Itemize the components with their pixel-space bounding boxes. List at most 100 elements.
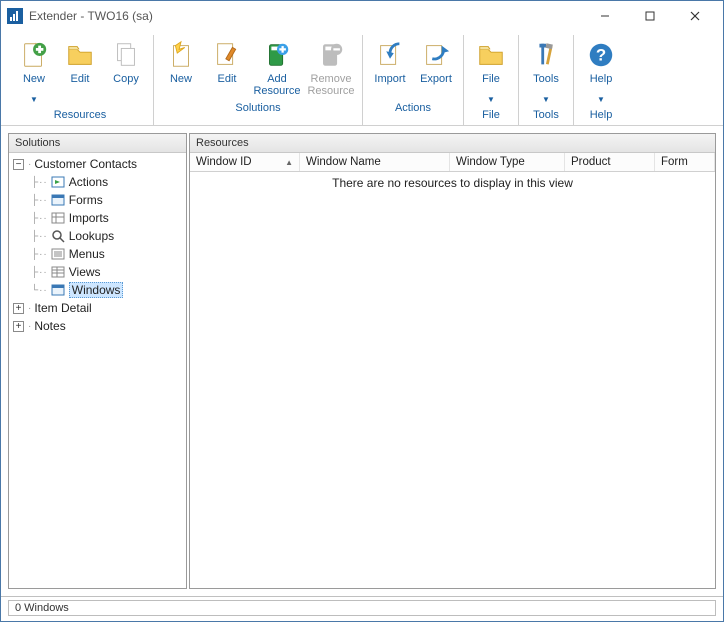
ribbon-button-label: Copy	[113, 73, 139, 97]
work-area: Solutions −·Customer Contacts├··Actions├…	[1, 126, 723, 596]
column-label: Window Name	[306, 156, 381, 168]
column-header-window-name[interactable]: Window Name	[300, 153, 450, 171]
edit-resource-button[interactable]: Edit	[57, 35, 103, 106]
ribbon-group-label: Help	[578, 106, 624, 125]
solutions-panel: Solutions −·Customer Contacts├··Actions├…	[8, 133, 187, 589]
tree-node-windows[interactable]: └··Windows	[9, 281, 186, 299]
tree-node-forms[interactable]: ├··Forms	[9, 191, 186, 209]
ribbon-button-label: Help	[590, 73, 613, 97]
expand-icon[interactable]: +	[13, 303, 24, 314]
remove-resource-button: RemoveResource	[304, 35, 358, 99]
ribbon-group-resources: New ▼ Edit Copy Resources	[7, 35, 154, 125]
column-header-window-type[interactable]: Window Type	[450, 153, 565, 171]
titlebar: Extender - TWO16 (sa)	[1, 1, 723, 31]
grid-body: There are no resources to display in thi…	[190, 172, 715, 588]
tree-node-lookups[interactable]: ├··Lookups	[9, 227, 186, 245]
export-button[interactable]: Export	[413, 35, 459, 99]
tree-node-menus[interactable]: ├··Menus	[9, 245, 186, 263]
ribbon-group-label: File	[468, 106, 514, 125]
tree-node-label: Customer Contacts	[34, 157, 137, 171]
tree-node-label: Imports	[69, 211, 109, 225]
file-button[interactable]: File ▼	[468, 35, 514, 106]
column-label: Product	[571, 156, 611, 168]
help-icon: ?	[585, 39, 617, 71]
minimize-button[interactable]	[582, 2, 627, 30]
tree-node-label: Notes	[34, 319, 65, 333]
maximize-button[interactable]	[627, 2, 672, 30]
close-button[interactable]	[672, 2, 717, 30]
sort-asc-icon: ▲	[285, 158, 293, 167]
tools-icon	[530, 39, 562, 71]
ribbon-group-label: Tools	[523, 106, 569, 125]
edit-solution-button[interactable]: Edit	[204, 35, 250, 99]
ribbon-button-label: New	[170, 73, 192, 97]
book-plus-icon	[261, 39, 293, 71]
add-resource-button[interactable]: AddResource	[250, 35, 304, 99]
tree-node-label: Windows	[69, 282, 124, 298]
dropdown-caret-icon: ▼	[30, 95, 38, 104]
new-solution-button[interactable]: New	[158, 35, 204, 99]
tree-node-label: Actions	[69, 175, 108, 189]
import-arrow-icon	[374, 39, 406, 71]
new-page-plus-icon	[18, 39, 50, 71]
ribbon-button-label: File	[482, 73, 500, 97]
ribbon-button-label: Export	[420, 73, 452, 97]
tree-node-label: Lookups	[69, 229, 114, 243]
tree-node-item-detail[interactable]: +·Item Detail	[9, 299, 186, 317]
grid-empty-message: There are no resources to display in thi…	[332, 176, 573, 588]
ribbon-group-solutions: New Edit AddResource RemoveResource Solu…	[154, 35, 363, 125]
ribbon-group-tools: Tools ▼Tools	[519, 35, 574, 125]
tree-node-imports[interactable]: ├··Imports	[9, 209, 186, 227]
column-label: Form	[661, 156, 688, 168]
new-resource-button[interactable]: New ▼	[11, 35, 57, 106]
tools-button[interactable]: Tools ▼	[523, 35, 569, 106]
help-button[interactable]: ? Help ▼	[578, 35, 624, 106]
forms-icon	[50, 192, 66, 208]
menus-icon	[50, 246, 66, 262]
column-header-form[interactable]: Form	[655, 153, 715, 171]
book-minus-icon	[315, 39, 347, 71]
actions-icon	[50, 174, 66, 190]
collapse-icon[interactable]: −	[13, 159, 24, 170]
tree-node-customer-contacts[interactable]: −·Customer Contacts	[9, 155, 186, 173]
pages-copy-icon	[110, 39, 142, 71]
folder-icon	[475, 39, 507, 71]
solutions-tree[interactable]: −·Customer Contacts├··Actions├··Forms├··…	[9, 153, 186, 588]
windows-icon	[50, 282, 66, 298]
grid-header: Window ID ▲ Window Name Window Type Product F…	[190, 153, 715, 172]
resources-header: Resources	[190, 134, 715, 153]
page-pencil-icon	[211, 39, 243, 71]
dropdown-caret-icon: ▼	[542, 95, 550, 104]
tree-node-views[interactable]: ├··Views	[9, 263, 186, 281]
ribbon-button-label: Import	[374, 73, 405, 97]
tree-node-label: Views	[69, 265, 101, 279]
ribbon-button-label: Edit	[71, 73, 90, 97]
app-icon	[7, 8, 23, 24]
svg-text:?: ?	[596, 46, 606, 65]
ribbon-group-actions: Import Export Actions	[363, 35, 464, 125]
ribbon-group-label: Actions	[367, 99, 459, 118]
window-title: Extender - TWO16 (sa)	[29, 9, 582, 23]
status-bar: 0 Windows	[1, 596, 723, 621]
tree-node-notes[interactable]: +·Notes	[9, 317, 186, 335]
ribbon-button-label: RemoveResource	[307, 73, 354, 97]
views-icon	[50, 264, 66, 280]
ribbon-button-label: AddResource	[253, 73, 300, 97]
column-label: Window ID	[196, 156, 252, 168]
column-header-product[interactable]: Product	[565, 153, 655, 171]
tree-node-label: Forms	[69, 193, 103, 207]
tree-node-actions[interactable]: ├··Actions	[9, 173, 186, 191]
dropdown-caret-icon: ▼	[487, 95, 495, 104]
import-button[interactable]: Import	[367, 35, 413, 99]
ribbon-group-label: Resources	[11, 106, 149, 125]
expand-icon[interactable]: +	[13, 321, 24, 332]
status-text: 0 Windows	[8, 600, 716, 616]
ribbon-toolbar: New ▼ Edit Copy Resources New Edit	[1, 31, 723, 126]
imports-icon	[50, 210, 66, 226]
column-header-window-id[interactable]: Window ID ▲	[190, 153, 300, 171]
tree-node-label: Item Detail	[34, 301, 91, 315]
copy-resource-button[interactable]: Copy	[103, 35, 149, 106]
ribbon-button-label: New	[23, 73, 45, 97]
dropdown-caret-icon: ▼	[597, 95, 605, 104]
ribbon-group-label: Solutions	[158, 99, 358, 118]
